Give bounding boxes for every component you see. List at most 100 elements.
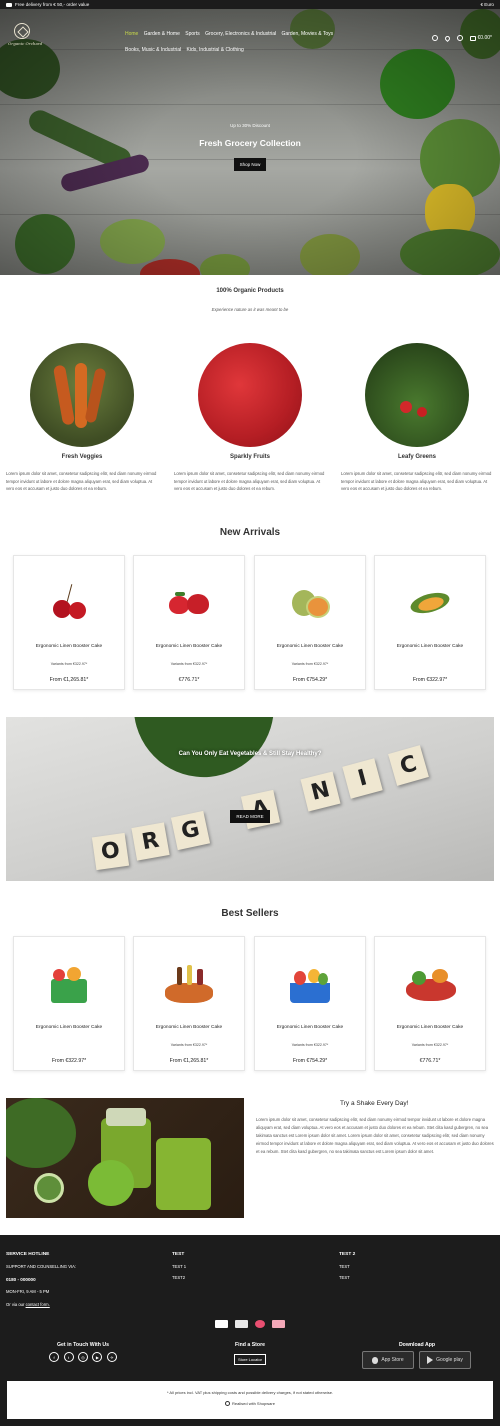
product-name[interactable]: Ergonomic Linen Booster Cake: [375, 1025, 485, 1030]
product-variant: Variants from €322.97*: [291, 1043, 329, 1047]
apple-icon: [372, 1356, 379, 1364]
footer-link[interactable]: TEST 1: [172, 1261, 186, 1273]
nav-item-home[interactable]: Home: [125, 31, 138, 37]
leaf-decoration: [132, 717, 280, 783]
app-store-button[interactable]: App Store: [362, 1351, 414, 1369]
facebook-icon[interactable]: f: [49, 1352, 60, 1362]
product-name[interactable]: Ergonomic Linen Booster Cake: [14, 1025, 124, 1030]
nav-item-sports[interactable]: Sports: [185, 31, 199, 37]
letter-tile: R: [131, 822, 170, 861]
product-image-vegetables: [406, 965, 456, 1005]
leafy-greens-image: [365, 343, 469, 447]
read-more-button[interactable]: READ MORE: [230, 810, 270, 823]
google-play-label: Google play: [436, 1357, 463, 1363]
product-variant: Variants from €322.97*: [170, 662, 208, 666]
header-actions: €0.00*: [431, 34, 492, 42]
product-name[interactable]: Ergonomic Linen Booster Cake: [14, 644, 124, 649]
category-text: Lorem ipsum dolor sit amet, consetetur s…: [6, 471, 157, 491]
product-name[interactable]: Ergonomic Linen Booster Cake: [255, 1025, 365, 1030]
nav-item-kids[interactable]: Kids, Industrial & Clothing: [187, 47, 244, 53]
product-name[interactable]: Ergonomic Linen Booster Cake: [255, 644, 365, 649]
nav-item-garden-movies[interactable]: Garden, Movies & Toys: [282, 31, 334, 37]
currency-switcher[interactable]: € Euro: [480, 2, 494, 7]
cart-button[interactable]: €0.00*: [469, 35, 492, 41]
product-price: €776.71*: [419, 1058, 441, 1064]
sparkly-fruits-image: [198, 343, 302, 447]
vat-note: * All prices incl. VAT plus shipping cos…: [166, 1390, 334, 1395]
footer-link[interactable]: TEST: [339, 1272, 355, 1284]
contact-prefix: Or via our: [6, 1302, 25, 1307]
main-navigation: Home Garden & Home Sports Grocery, Elect…: [125, 26, 360, 58]
realised-with-shopware[interactable]: Realised with Shopware: [232, 1401, 275, 1406]
find-store-title: Find a Store: [235, 1342, 265, 1348]
product-name[interactable]: Ergonomic Linen Booster Cake: [134, 644, 244, 649]
contact-form-link[interactable]: contact form.: [26, 1302, 50, 1307]
footer-test-title: TEST: [172, 1252, 185, 1257]
product-card[interactable]: Ergonomic Linen Booster Cake From €322.9…: [374, 555, 486, 690]
product-card[interactable]: Ergonomic Linen Booster Cake Variants fr…: [133, 936, 245, 1071]
payment-icon-4: [272, 1320, 285, 1328]
footer-bottom: * All prices incl. VAT plus shipping cos…: [7, 1381, 493, 1419]
hero-title: Fresh Grocery Collection: [199, 138, 301, 148]
footer-link[interactable]: TEST: [339, 1261, 355, 1273]
category-sparkly-fruits[interactable]: Sparkly Fruits Lorem ipsum dolor sit ame…: [174, 343, 326, 493]
hotline-subtitle: SUPPORT AND COUNSELLING VIA:: [6, 1263, 77, 1269]
fresh-veggies-image: [30, 343, 134, 447]
product-image-cherries: [45, 584, 95, 624]
product-image-papaya: [406, 584, 456, 624]
letter-tile: I: [342, 758, 383, 799]
product-card[interactable]: Ergonomic Linen Booster Cake From €322.9…: [13, 936, 125, 1071]
category-fresh-veggies[interactable]: Fresh Veggies Lorem ipsum dolor sit amet…: [6, 343, 158, 493]
category-name: Fresh Veggies: [61, 454, 103, 460]
twitter-icon[interactable]: t: [63, 1352, 74, 1362]
blog-banner: O R G A N I C Can You Only Eat Vegetable…: [6, 717, 494, 881]
hotline-hours: MON-FRI, 9 AM - 5 PM: [6, 1288, 50, 1294]
nav-item-garden-home[interactable]: Garden & Home: [144, 31, 180, 37]
category-name: Sparkly Fruits: [229, 454, 270, 460]
payment-icon-2: [235, 1320, 248, 1328]
shop-now-button[interactable]: Shop Now: [233, 158, 267, 171]
product-name[interactable]: Ergonomic Linen Booster Cake: [134, 1025, 244, 1030]
product-card[interactable]: Ergonomic Linen Booster Cake Variants fr…: [254, 936, 366, 1071]
payment-icon-3: [255, 1320, 265, 1328]
product-card[interactable]: Ergonomic Linen Booster Cake Variants fr…: [374, 936, 486, 1071]
product-variant: Variants from €322.97*: [411, 1043, 449, 1047]
hero-banner: Organic Orchard Home Garden & Home Sport…: [0, 9, 500, 275]
best-sellers-title: Best Sellers: [221, 908, 279, 919]
product-image-melon: [286, 584, 336, 624]
product-card[interactable]: Ergonomic Linen Booster Cake Variants fr…: [133, 555, 245, 690]
footer-test2-title: TEST 2: [339, 1252, 356, 1257]
green-shake-image: [6, 1098, 244, 1218]
product-price: From €1,265.81*: [169, 1058, 209, 1064]
hotline-phone[interactable]: 0180 - 000000: [6, 1274, 76, 1286]
banner-title: Can You Only Eat Vegetables & Still Stay…: [178, 751, 322, 757]
store-locator-button[interactable]: Store Locator: [233, 1354, 266, 1365]
cart-total: €0.00*: [477, 35, 492, 41]
new-arrivals-title: New Arrivals: [219, 527, 281, 538]
product-name[interactable]: Ergonomic Linen Booster Cake: [375, 644, 485, 649]
instagram-icon[interactable]: ◎: [78, 1352, 88, 1362]
nav-item-books[interactable]: Books, Music & Industrial: [125, 47, 181, 53]
product-variant: Variants from €322.97*: [50, 662, 88, 666]
youtube-icon[interactable]: ▶: [92, 1352, 103, 1362]
site-logo[interactable]: Organic Orchard: [8, 23, 42, 53]
category-leafy-greens[interactable]: Leafy Greens Lorem ipsum dolor sit amet,…: [341, 343, 493, 493]
product-card[interactable]: Ergonomic Linen Booster Cake Variants fr…: [254, 555, 366, 690]
product-image-strawberries: [165, 584, 215, 624]
product-card[interactable]: Ergonomic Linen Booster Cake Variants fr…: [13, 555, 125, 690]
nav-item-grocery[interactable]: Grocery, Electronics & Industrial: [205, 31, 276, 37]
wishlist-heart-icon[interactable]: [443, 34, 451, 42]
payment-icon-1: [215, 1320, 228, 1328]
telegram-icon[interactable]: ✈: [106, 1352, 117, 1362]
google-play-icon: [427, 1356, 434, 1364]
logo-emblem-icon: [14, 23, 30, 39]
account-user-icon[interactable]: [456, 35, 463, 41]
product-image-grocery-assortment: [165, 965, 215, 1005]
find-a-store: Find a Store Store Locator: [200, 1342, 300, 1365]
organic-subtitle: Experience nature as it was meant to be: [211, 307, 289, 312]
footer-link[interactable]: TEST2: [172, 1272, 186, 1284]
search-icon[interactable]: [431, 35, 438, 41]
google-play-button[interactable]: Google play: [419, 1351, 471, 1369]
category-name: Leafy Greens: [397, 454, 437, 460]
product-price: From €322.97*: [51, 1058, 87, 1064]
